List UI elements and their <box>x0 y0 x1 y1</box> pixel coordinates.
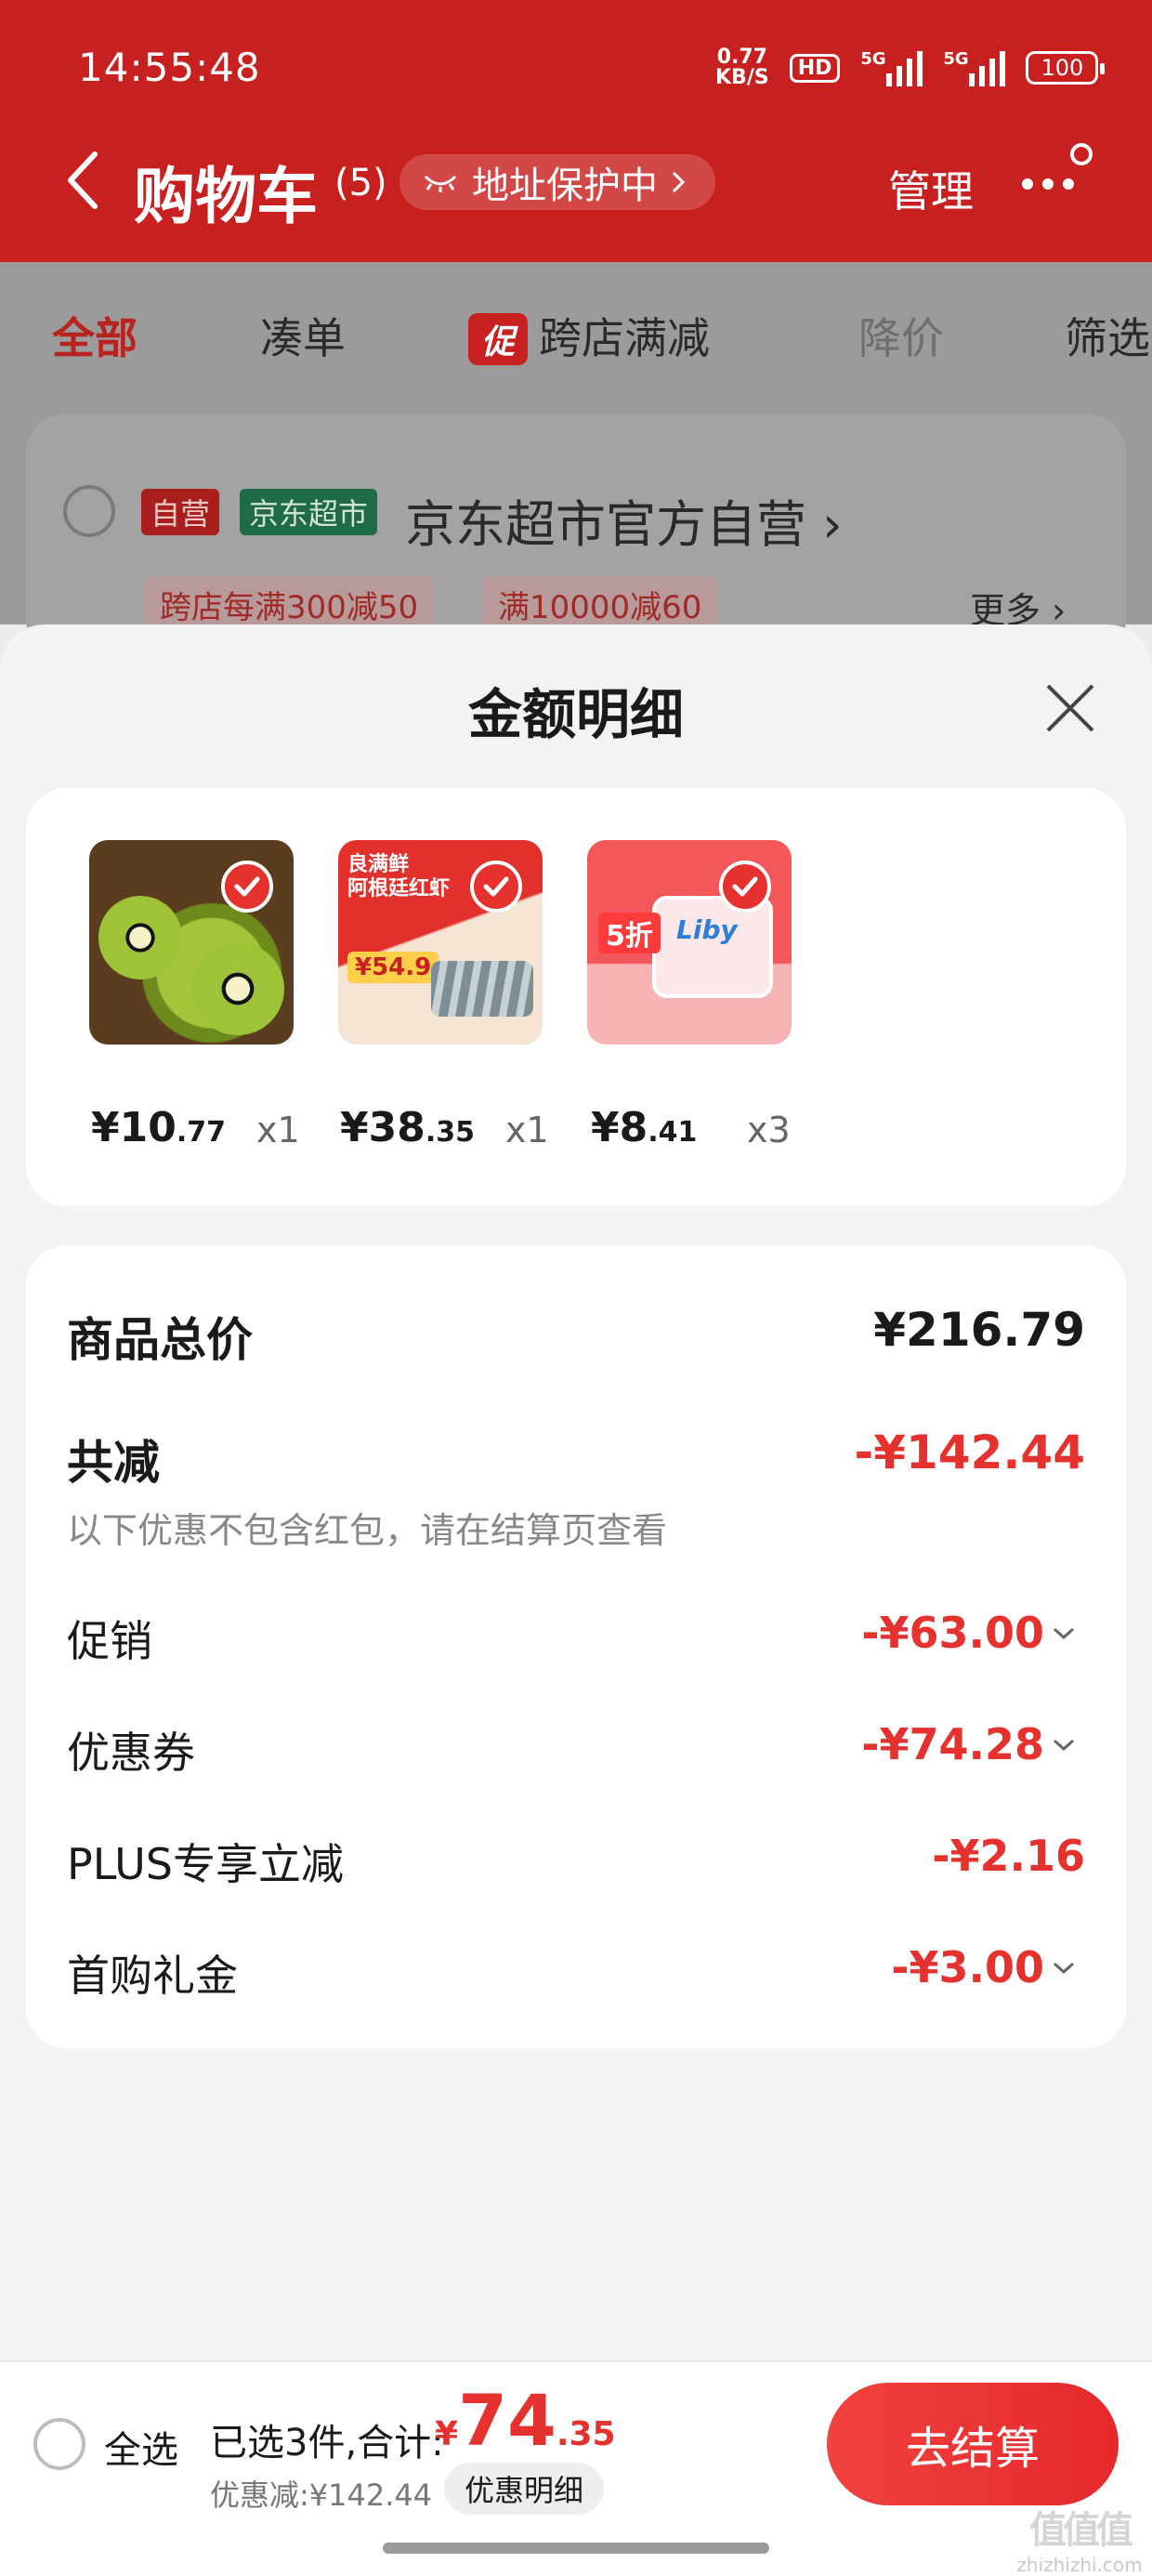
chevron-down-icon[interactable] <box>1050 1624 1078 1643</box>
select-all-radio[interactable] <box>33 2418 85 2470</box>
close-icon[interactable] <box>1041 678 1100 738</box>
manage-button[interactable]: 管理 <box>888 158 974 219</box>
chevron-down-icon[interactable] <box>1050 1736 1078 1755</box>
status-time: 14:55:48 <box>78 45 261 90</box>
tab-filter[interactable]: 筛选 <box>1065 305 1150 366</box>
check-icon[interactable] <box>719 861 771 913</box>
watermark: 值值值 zhizhizhi.com <box>1016 2509 1143 2576</box>
store-coupon-chip[interactable]: 跨店每满300减50 <box>145 576 434 628</box>
signal-icon: 5G <box>860 49 923 86</box>
net-speed: 0.77 KB/S <box>715 46 769 89</box>
tab-price-drop[interactable]: 降价 <box>858 305 944 366</box>
chevron-down-icon[interactable] <box>1050 1959 1078 1978</box>
check-icon[interactable] <box>221 861 273 913</box>
back-arrow-icon[interactable] <box>61 149 102 212</box>
total-amount: ¥74.35 <box>435 2379 616 2462</box>
store-coupon-chip[interactable]: 满10000减60 <box>483 576 717 628</box>
product-qty: x3 <box>747 1110 791 1150</box>
select-all-label[interactable]: 全选 <box>104 2420 178 2474</box>
status-icons: 0.77 KB/S HD 5G 5G 100 <box>715 45 1106 91</box>
total-reduce-value: -¥142.44 <box>854 1426 1086 1479</box>
discount-amount: 优惠减:¥142.44 <box>210 2477 433 2513</box>
total-reduce-label: 共减 <box>67 1436 160 1490</box>
signal-icon-2: 5G <box>943 49 1006 86</box>
coupon-label: 优惠券 <box>67 1728 195 1778</box>
store-select-radio[interactable] <box>63 485 115 537</box>
eye-closed-icon <box>424 175 457 192</box>
tab-cross-store[interactable]: 促跨店满减 <box>468 305 710 366</box>
address-protect-label: 地址保护中 <box>472 164 658 207</box>
plus-discount-label: PLUS专享立减 <box>67 1839 344 1889</box>
cart-count: (5) <box>334 162 387 204</box>
product-price: ¥10.77 <box>91 1104 227 1151</box>
app-header: 14:55:48 0.77 KB/S HD 5G 5G 100 购物车 (5) … <box>0 0 1152 262</box>
plus-discount-value: -¥2.16 <box>932 1831 1085 1881</box>
check-icon[interactable] <box>470 861 522 913</box>
home-indicator[interactable] <box>383 2543 769 2554</box>
checkout-button[interactable]: 去结算 <box>827 2383 1119 2505</box>
discount-note: 以下优惠不包含红包，请在结算页查看 <box>67 1510 668 1551</box>
more-dots-icon[interactable] <box>1020 139 1094 204</box>
discount-detail-button[interactable]: 优惠明细 <box>444 2463 605 2515</box>
sheet-title: 金额明细 <box>467 683 684 746</box>
address-protect-pill[interactable]: 地址保护中 <box>399 154 715 210</box>
self-operated-badge: 自营 <box>141 489 220 535</box>
store-name[interactable]: 京东超市官方自营 › <box>405 483 843 557</box>
product-price: ¥38.35 <box>340 1104 476 1151</box>
product-price: ¥8.41 <box>591 1104 698 1151</box>
jd-supermarket-badge: 京东超市 <box>240 489 378 535</box>
promo-label: 促销 <box>67 1616 152 1666</box>
first-purchase-label: 首购礼金 <box>67 1951 238 2001</box>
total-price-value: ¥216.79 <box>873 1303 1085 1357</box>
product-qty: x1 <box>505 1110 549 1150</box>
tab-all[interactable]: 全部 <box>52 305 137 366</box>
hd-icon: HD <box>789 53 841 83</box>
selected-info: 已选3件,合计: <box>210 2422 444 2464</box>
tab-combine[interactable]: 凑单 <box>260 305 346 366</box>
product-qty: x1 <box>256 1110 300 1150</box>
first-purchase-value[interactable]: -¥3.00 <box>891 1942 1044 1992</box>
page-title: 购物车 <box>134 161 318 232</box>
promo-tag-icon: 促 <box>468 313 529 365</box>
total-price-label: 商品总价 <box>67 1313 253 1367</box>
filter-tabs: 全部 凑单 促跨店满减 降价 筛选 <box>0 262 1152 401</box>
promo-value[interactable]: -¥63.00 <box>861 1608 1044 1658</box>
battery-icon: 100 <box>1026 51 1106 85</box>
coupon-value[interactable]: -¥74.28 <box>861 1719 1044 1769</box>
chevron-right-icon <box>672 171 686 193</box>
